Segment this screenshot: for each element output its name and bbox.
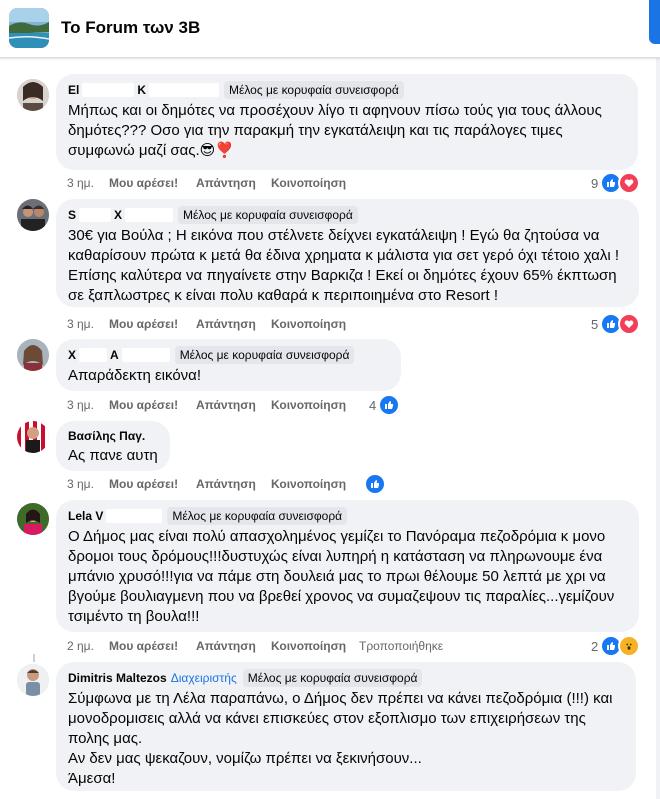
reaction-count: 2 <box>591 638 599 654</box>
comment-author[interactable]: El <box>68 82 79 98</box>
comment-bubble: X A Μέλος με κορυφαία συνεισφορά Απαράδε… <box>56 339 401 391</box>
like-reaction-icon <box>364 473 386 495</box>
comment-time[interactable]: 3 ημ. <box>67 176 94 190</box>
reactions-summary[interactable]: 9 <box>591 172 641 194</box>
scrollbar[interactable] <box>656 57 660 799</box>
reply-button[interactable]: Απάντηση <box>196 398 256 412</box>
reaction-count: 4 <box>369 397 377 413</box>
redaction <box>121 348 170 362</box>
comment-paragraph: Σύμφωνα με τη Λέλα παραπάνω, ο Δήμος δεν… <box>68 690 613 747</box>
reaction-count: 9 <box>591 175 599 191</box>
redaction <box>82 83 135 97</box>
reply-button[interactable]: Απάντηση <box>196 639 256 653</box>
comment-author[interactable]: Dimitris Maltezos <box>68 670 167 686</box>
like-button[interactable]: Μου αρέσει! <box>109 398 178 412</box>
reactions-summary[interactable]: 5 <box>591 313 641 335</box>
top-contributor-badge: Μέλος με κορυφαία συνεισφορά <box>242 669 423 687</box>
share-button[interactable]: Κοινοποίηση <box>271 477 346 491</box>
avatar[interactable] <box>17 421 49 453</box>
redaction <box>79 348 108 362</box>
share-button[interactable]: Κοινοποίηση <box>271 639 346 653</box>
comment-text: Σύμφωνα με τη Λέλα παραπάνω, ο Δήμος δεν… <box>68 689 624 789</box>
avatar[interactable] <box>17 79 49 111</box>
comment-author-surname[interactable]: K <box>137 82 146 98</box>
reactions-summary[interactable]: 2 <box>591 635 641 657</box>
redaction <box>106 509 163 523</box>
comment-author[interactable]: X <box>68 347 76 363</box>
group-header: Το Forum των 3Β <box>0 0 660 58</box>
like-button[interactable]: Μου αρέσει! <box>109 477 178 491</box>
like-button[interactable]: Μου αρέσει! <box>109 317 178 331</box>
comment-author-surname[interactable]: A <box>110 347 119 363</box>
comment-bubble: Dimitris Maltezos Διαχειριστής Μέλος με … <box>56 662 636 791</box>
redaction <box>79 208 112 222</box>
comment-paragraph: Αν δεν μας ψεκαζουν, νομίζω πρέπει να ξε… <box>68 750 422 767</box>
comment-text: 30€ για Βούλα ; Η εικόνα που στέλνετε δε… <box>68 227 620 304</box>
comment-time[interactable]: 3 ημ. <box>67 477 94 491</box>
share-button[interactable]: Κοινοποίηση <box>271 317 346 331</box>
comment-bubble: El K Μέλος με κορυφαία συνεισφορά Μήπως … <box>56 74 638 170</box>
reply-button[interactable]: Απάντηση <box>196 477 256 491</box>
comment-bubble: S X Μέλος με κορυφαία συνεισφορά 30€ για… <box>56 199 639 307</box>
thread-line <box>33 654 35 662</box>
comment-text: Απαράδεκτη εικόνα! <box>68 367 202 384</box>
love-reaction-icon <box>618 313 641 335</box>
redaction <box>125 208 174 222</box>
admin-label[interactable]: Διαχειριστής <box>171 670 237 686</box>
top-contributor-badge: Μέλος με κορυφαία συνεισφορά <box>174 346 355 364</box>
comment-text: Μήπως και οι δημότες να προσέχουν λίγο τ… <box>68 102 602 159</box>
redaction <box>149 83 220 97</box>
edited-label[interactable]: Τροποποιήθηκε <box>359 639 443 653</box>
comment-bubble: Βασίλης Παγ. Ας πανε αυτη <box>56 421 170 471</box>
comment-author[interactable]: Βασίλης Παγ. <box>68 428 145 444</box>
avatar[interactable] <box>17 339 49 371</box>
header-action-button[interactable] <box>649 0 660 44</box>
reactions-summary[interactable]: 4 <box>369 394 401 416</box>
comment-author[interactable]: S <box>68 207 76 223</box>
comment-text: Ας πανε αυτη <box>68 447 158 464</box>
comment-paragraph: Άμεσα! <box>68 770 116 787</box>
share-button[interactable]: Κοινοποίηση <box>271 398 346 412</box>
reaction-count: 5 <box>591 316 599 332</box>
reactions-summary[interactable] <box>364 473 386 495</box>
comment-author[interactable]: Lela V <box>68 508 103 524</box>
like-reaction-icon <box>378 394 401 416</box>
comment-time[interactable]: 3 ημ. <box>67 398 94 412</box>
top-contributor-badge: Μέλος με κορυφαία συνεισφορά <box>224 81 404 99</box>
share-button[interactable]: Κοινοποίηση <box>271 176 346 190</box>
reply-button[interactable]: Απάντηση <box>196 176 256 190</box>
group-thumbnail[interactable] <box>9 8 49 48</box>
top-contributor-badge: Μέλος με κορυφαία συνεισφορά <box>178 206 358 224</box>
comment-time[interactable]: 3 ημ. <box>67 317 94 331</box>
group-title[interactable]: Το Forum των 3Β <box>61 18 200 38</box>
comment-author-surname[interactable]: X <box>114 207 122 223</box>
wow-reaction-icon <box>618 635 641 657</box>
like-button[interactable]: Μου αρέσει! <box>109 176 178 190</box>
reply-button[interactable]: Απάντηση <box>196 317 256 331</box>
like-button[interactable]: Μου αρέσει! <box>109 639 178 653</box>
avatar[interactable] <box>17 664 49 696</box>
top-contributor-badge: Μέλος με κορυφαία συνεισφορά <box>167 507 348 525</box>
avatar[interactable] <box>17 503 49 535</box>
love-reaction-icon <box>618 172 641 194</box>
comment-bubble: Lela V Μέλος με κορυφαία συνεισφορά Ο Δή… <box>56 500 639 632</box>
comment-time[interactable]: 2 ημ. <box>67 639 94 653</box>
avatar[interactable] <box>17 199 49 231</box>
comment-text: Ο Δήμος μας είναι πολύ απασχολημένος γεμ… <box>68 528 615 625</box>
